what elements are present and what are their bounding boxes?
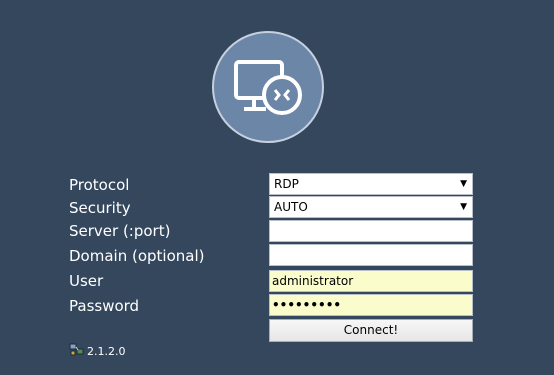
domain-input[interactable] — [269, 244, 473, 266]
security-select[interactable]: AUTO ▼ — [269, 196, 473, 218]
password-input[interactable]: ••••••••• — [269, 294, 473, 316]
server-input[interactable] — [269, 220, 473, 242]
version-text: 2.1.2.0 — [87, 345, 126, 358]
dropdown-arrow-icon[interactable]: ▼ — [460, 174, 467, 194]
protocol-label: Protocol — [69, 176, 130, 194]
password-label: Password — [69, 297, 140, 315]
security-select-value: AUTO — [274, 200, 308, 214]
protocol-select[interactable]: RDP ▼ — [269, 173, 473, 195]
connect-button[interactable]: Connect! — [269, 319, 473, 342]
user-input[interactable]: administrator — [269, 270, 473, 292]
remote-desktop-icon — [234, 60, 302, 115]
network-icon — [69, 343, 84, 356]
security-label: Security — [69, 199, 131, 217]
remote-desktop-logo — [212, 31, 324, 143]
server-label: Server (:port) — [69, 222, 171, 240]
domain-label: Domain (optional) — [69, 247, 205, 265]
protocol-select-value: RDP — [274, 177, 299, 191]
user-label: User — [69, 272, 104, 290]
dropdown-arrow-icon[interactable]: ▼ — [460, 197, 467, 217]
